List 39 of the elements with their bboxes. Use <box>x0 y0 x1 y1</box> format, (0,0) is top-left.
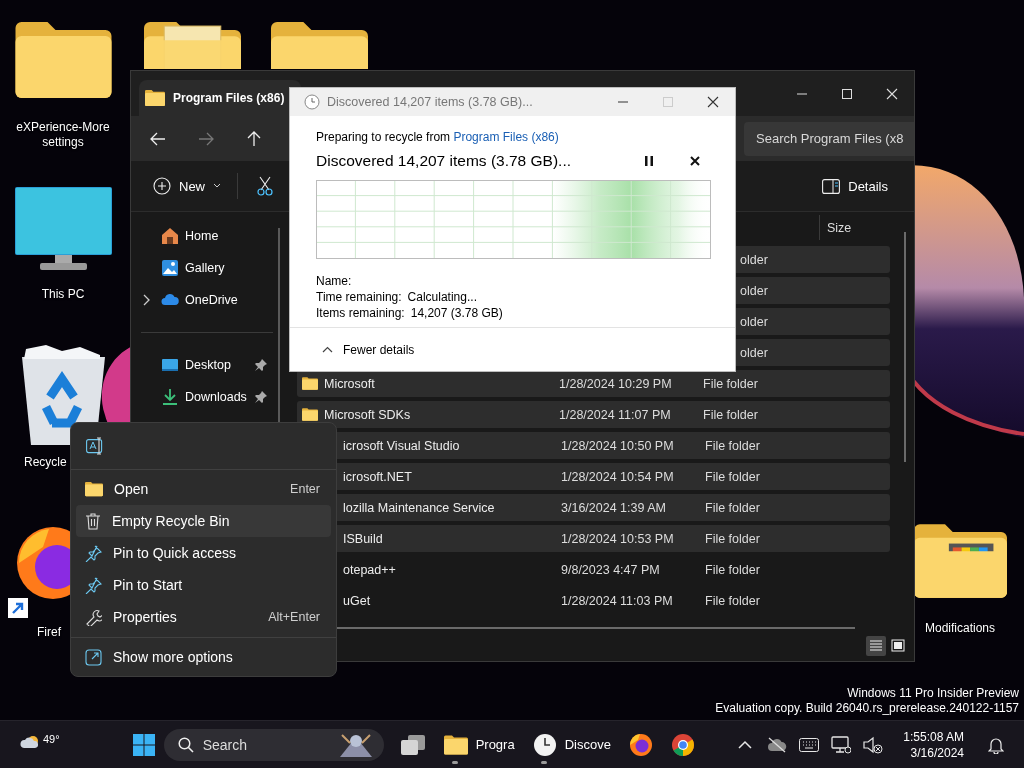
file-type: File folder <box>703 376 758 391</box>
build-notice: Windows 11 Pro Insider Preview <box>847 686 1019 701</box>
date-modified: 1/28/2024 10:53 PM <box>561 531 675 546</box>
file-type: older <box>740 283 768 298</box>
file-type: File folder <box>705 562 760 577</box>
window-title: Discovered 14,207 items (3.78 GB)... <box>327 95 533 109</box>
date-modified: 3/16/2024 1:39 AM <box>561 500 667 515</box>
progress-heading: Discovered 14,207 items (3.78 GB)... <box>316 152 571 170</box>
file-name: ISBuild <box>343 531 384 546</box>
file-type: File folder <box>705 469 760 484</box>
file-type: older <box>740 252 768 267</box>
file-name: icrosoft Visual Studio <box>343 438 461 453</box>
detail-label: Items remaining: <box>316 305 405 321</box>
file-type: File folder <box>705 593 760 608</box>
file-type: File folder <box>705 438 760 453</box>
file-name: otepad++ <box>343 562 397 577</box>
file-type: older <box>740 314 768 329</box>
date-modified: 1/28/2024 10:29 PM <box>559 376 673 391</box>
file-name: Microsoft <box>324 376 376 391</box>
detail-value: 14,207 (3.78 GB) <box>410 305 503 321</box>
file-type: File folder <box>703 407 758 422</box>
file-name: uGet <box>343 593 372 608</box>
date-modified: 1/28/2024 10:54 PM <box>561 469 675 484</box>
status-text: Preparing to recycle from Program Files (x86) <box>316 130 560 144</box>
detail-label: Time remaining: <box>316 289 402 305</box>
date-modified: 1/28/2024 11:03 PM <box>561 593 674 608</box>
date-modified: 1/28/2024 11:07 PM <box>559 407 672 422</box>
file-type: File folder <box>705 500 760 515</box>
detail-label: Name: <box>316 273 352 289</box>
file-name: lozilla Maintenance Service <box>343 500 496 515</box>
build-notice: Evaluation copy. Build 26040.rs_prerelease.240122-1157 <box>715 701 1019 716</box>
date-modified: 1/28/2024 10:50 PM <box>561 438 675 453</box>
detail-value: Calculating... <box>407 289 477 305</box>
date-modified: 9/8/2023 4:47 PM <box>561 562 661 577</box>
file-type: older <box>740 345 768 360</box>
file-name: icrosoft.NET <box>343 469 413 484</box>
file-type: File folder <box>705 531 760 546</box>
shortcut-text: Alt+Enter <box>268 610 320 624</box>
file-name: Microsoft SDKs <box>324 407 412 422</box>
